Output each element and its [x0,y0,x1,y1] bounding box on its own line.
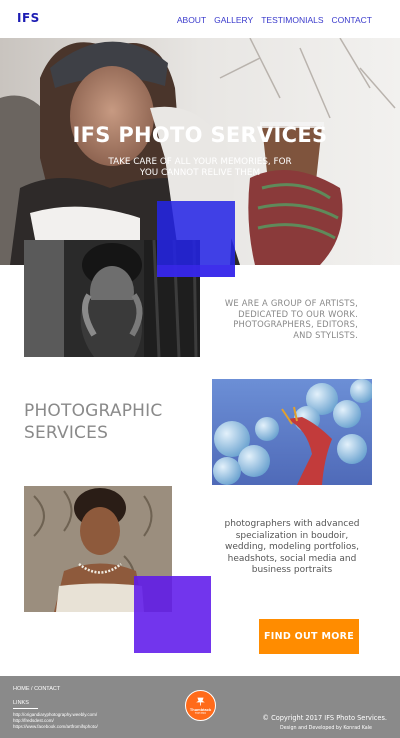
footer-copyright: © Copyright 2017 IFS Photo Services. [262,714,387,722]
services-heading: PHOTOGRAPHIC SERVICES [24,401,163,443]
footer-link-1[interactable]: http://origandiaryphotography.weebly.com… [13,712,97,717]
site-footer: HOME / CONTACT LINKS http://origandiaryp… [0,676,400,738]
footer-link-2[interactable]: http://fredsdest.com/ [13,718,54,723]
hero-title: IFS PHOTO SERVICES [72,123,328,147]
thumbtack-badge-sub: TOP PRO [194,711,207,715]
find-out-more-button[interactable]: FIND OUT MORE [259,619,359,654]
footer-credits: Design and Developed by Konrad Kale [280,726,372,731]
footer-link-3[interactable]: https://www.facebook.com/artfromifsphoto… [13,724,98,729]
nav-link-about[interactable]: ABOUT [177,15,206,25]
nav-link-contact[interactable]: CONTACT [332,15,372,25]
thumbtack-badge[interactable]: Thumbtack TOP PRO [185,690,216,721]
services-description: photographers with advanced specializati… [224,519,360,575]
nav-link-gallery[interactable]: GALLERY [214,15,253,25]
decorative-blue-square-lower [157,265,235,277]
nav-link-testimonials[interactable]: TESTIMONIALS [261,15,323,25]
footer-links-heading: LINKS [13,700,29,706]
about-text: WE ARE A GROUP OF ARTISTS, DEDICATED TO … [224,298,358,340]
footer-links-underline [13,708,38,709]
top-navigation-bar: IFS ABOUT GALLERY TESTIMONIALS CONTACT [0,0,400,38]
site-logo[interactable]: IFS [17,11,40,25]
footer-home-contact-link[interactable]: HOME / CONTACT [13,686,60,692]
dragon-balloon-photo [212,379,372,485]
main-nav: ABOUT GALLERY TESTIMONIALS CONTACT [177,15,372,25]
decorative-purple-square [134,576,211,653]
hero-subtitle: TAKE CARE OF ALL YOUR MEMORIES, FOR YOU … [108,157,292,178]
pin-icon [196,697,205,705]
